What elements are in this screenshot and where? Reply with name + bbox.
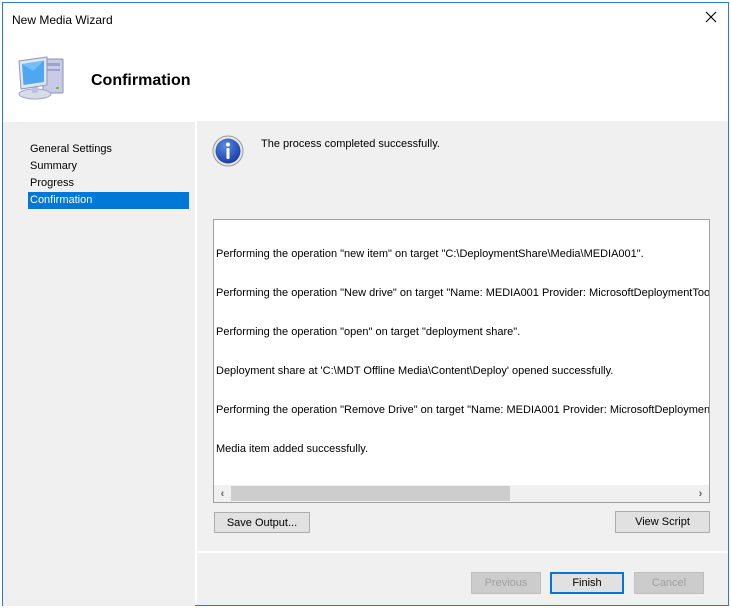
title-bar: New Media Wizard — [3, 3, 728, 35]
output-line: Deployment share at 'C:\MDT Offline Medi… — [216, 365, 614, 377]
step-general-settings[interactable]: General Settings — [28, 141, 189, 158]
wizard-footer: Previous Finish Cancel — [197, 553, 728, 605]
wizard-steps-sidebar: General Settings Summary Progress Confir… — [3, 121, 195, 606]
scroll-right-icon[interactable]: › — [692, 485, 709, 502]
horizontal-scrollbar[interactable]: ‹ › — [214, 485, 709, 502]
finish-button[interactable]: Finish — [550, 572, 624, 594]
close-button[interactable] — [694, 3, 728, 33]
wizard-header: Confirmation — [3, 35, 728, 120]
step-progress[interactable]: Progress — [28, 175, 189, 192]
output-line: Performing the operation "open" on targe… — [216, 326, 521, 338]
computer-icon — [13, 49, 73, 109]
steps-list: General Settings Summary Progress Confir… — [28, 141, 189, 209]
output-line: Performing the operation "new item" on t… — [216, 248, 644, 260]
page-title: Confirmation — [91, 72, 191, 89]
scroll-left-icon[interactable]: ‹ — [214, 485, 231, 502]
output-lines: Performing the operation "new item" on t… — [216, 222, 710, 482]
cancel-button[interactable]: Cancel — [634, 572, 704, 594]
save-output-button[interactable]: Save Output... — [214, 512, 310, 533]
output-line: Performing the operation "New drive" on … — [216, 287, 710, 299]
info-icon — [212, 135, 244, 167]
confirmation-panel: The process completed successfully. Perf… — [197, 121, 728, 551]
output-log[interactable]: Performing the operation "new item" on t… — [213, 219, 710, 503]
window-title: New Media Wizard — [12, 13, 113, 27]
step-confirmation[interactable]: Confirmation — [28, 192, 189, 209]
scrollbar-thumb[interactable] — [231, 486, 510, 501]
close-icon — [705, 11, 717, 26]
output-line: Performing the operation "Remove Drive" … — [216, 404, 710, 416]
view-script-button[interactable]: View Script — [615, 511, 710, 533]
status-message: The process completed successfully. — [261, 138, 440, 150]
output-line: Media item added successfully. — [216, 443, 369, 455]
step-summary[interactable]: Summary — [28, 158, 189, 175]
new-media-wizard-window: New Media Wizard Confirmation General Se… — [2, 2, 729, 606]
previous-button[interactable]: Previous — [471, 572, 541, 594]
